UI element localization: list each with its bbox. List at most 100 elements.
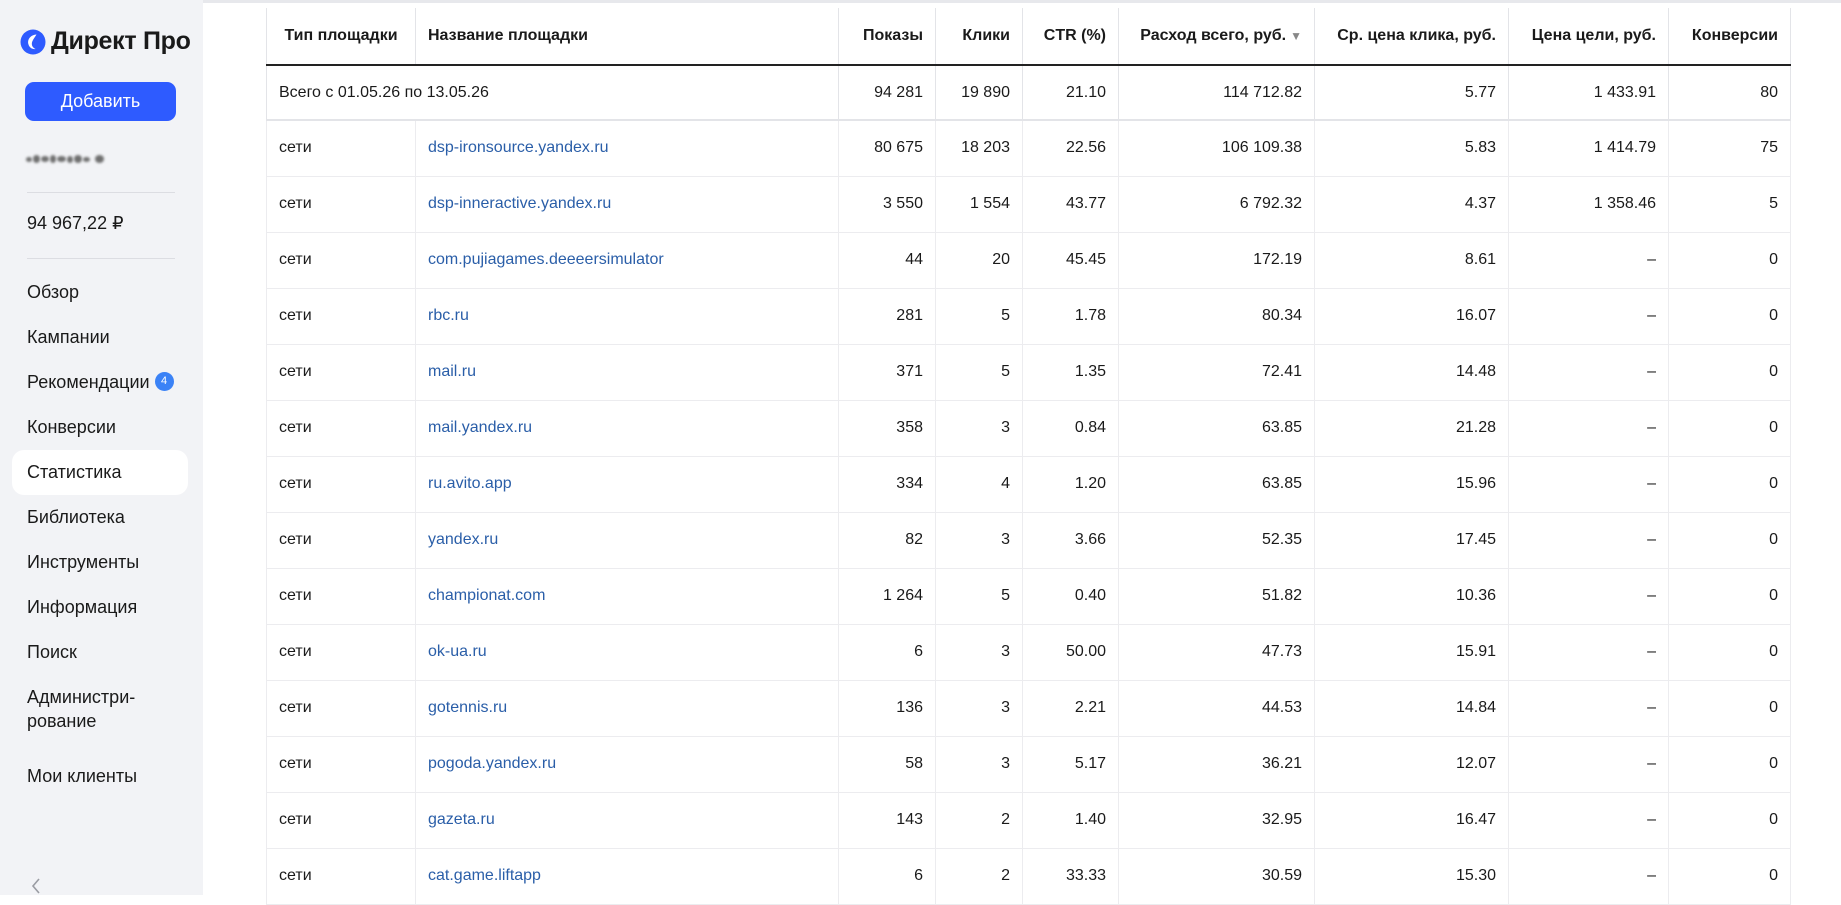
column-header-cpc[interactable]: Ср. цена клика, руб. [1314, 8, 1509, 66]
nav-item-label: Рекомендации [27, 372, 150, 392]
cell-conversions: 5 [1668, 176, 1791, 233]
statistics-table-container: Всего с 01.05.26 по 13.05.26 94 281 19 8… [266, 8, 1791, 905]
nav-item-administration[interactable]: Администри-рование [12, 675, 188, 754]
column-header-ctr[interactable]: CTR (%) [1022, 8, 1119, 66]
login-blur [33, 155, 40, 163]
cell-spend: 106 109.38 [1118, 120, 1315, 177]
column-header-conversions[interactable]: Конверсии [1668, 8, 1791, 66]
cell-cpc: 14.48 [1314, 344, 1509, 401]
table-row: сети cat.game.liftapp 6 2 33.33 30.59 15.30–0 [266, 848, 1791, 905]
column-header-clicks[interactable]: Клики [935, 8, 1023, 66]
cell-site-name-link[interactable]: ok-ua.ru [415, 624, 839, 681]
cell-clicks: 3 [935, 400, 1023, 457]
cell-site-name-link[interactable]: mail.ru [415, 344, 839, 401]
table-row: сети com.pujiagames.deeeersimulator 44 20 45… [266, 232, 1791, 289]
table-row: сети dsp-ironsource.yandex.ru 80 675 18 203… [266, 120, 1791, 177]
cell-clicks: 18 203 [935, 120, 1023, 177]
cell-site-name-link[interactable]: dsp-inneractive.yandex.ru [415, 176, 839, 233]
add-button[interactable]: Добавить [25, 82, 176, 121]
cell-type: сети [266, 232, 416, 289]
cell-site-name-link[interactable]: championat.com [415, 568, 839, 625]
cell-ctr: 3.66 [1022, 512, 1119, 569]
cell-type: сети [266, 176, 416, 233]
cell-site-name-link[interactable]: cat.game.liftapp [415, 848, 839, 905]
table-row: сети mail.ru 371 5 1.35 72.41 14.48–0 [266, 344, 1791, 401]
cell-cpc: 15.91 [1314, 624, 1509, 681]
account-login[interactable] [26, 150, 114, 168]
cell-cpc: 16.07 [1314, 288, 1509, 345]
cell-conversions: 0 [1668, 288, 1791, 345]
cell-site-name-link[interactable]: ru.avito.app [415, 456, 839, 513]
cell-spend: 47.73 [1118, 624, 1315, 681]
nav-item-recommendations[interactable]: Рекомендации 4 [12, 360, 188, 405]
cell-shows: 358 [838, 400, 936, 457]
cell-goal-price: – [1508, 624, 1669, 681]
cell-site-name-link[interactable]: gotennis.ru [415, 680, 839, 737]
cell-conversions: 0 [1668, 232, 1791, 289]
cell-site-name-link[interactable]: com.pujiagames.deeeersimulator [415, 232, 839, 289]
nav-item-tools[interactable]: Инструменты [12, 540, 188, 585]
table-row: сети rbc.ru 281 5 1.78 80.34 16.07–0 [266, 288, 1791, 345]
cell-cpc: 17.45 [1314, 512, 1509, 569]
column-header-goal-price[interactable]: Цена цели, руб. [1508, 8, 1669, 66]
cell-ctr: 0.84 [1022, 400, 1119, 457]
cell-site-name-link[interactable]: mail.yandex.ru [415, 400, 839, 457]
recommendations-count-badge: 4 [154, 371, 174, 391]
cell-site-name-link[interactable]: gazeta.ru [415, 792, 839, 849]
nav-item-label: Конверсии [27, 417, 116, 437]
cell-clicks: 5 [935, 288, 1023, 345]
cell-clicks: 3 [935, 624, 1023, 681]
totals-ctr: 21.10 [1022, 64, 1119, 121]
cell-clicks: 4 [935, 456, 1023, 513]
cell-conversions: 0 [1668, 400, 1791, 457]
nav-item-search[interactable]: Поиск [12, 630, 188, 675]
table-row: сети ok-ua.ru 6 3 50.00 47.73 15.91–0 [266, 624, 1791, 681]
cell-type: сети [266, 624, 416, 681]
cell-ctr: 1.40 [1022, 792, 1119, 849]
column-header-shows[interactable]: Показы [838, 8, 936, 66]
nav-item-statistics[interactable]: Статистика [12, 450, 188, 495]
cell-spend: 51.82 [1118, 568, 1315, 625]
nav-item-information[interactable]: Информация [12, 585, 188, 630]
cell-type: сети [266, 344, 416, 401]
cell-goal-price: – [1508, 512, 1669, 569]
sort-desc-icon[interactable]: ▼ [1290, 29, 1302, 43]
cell-site-name-link[interactable]: dsp-ironsource.yandex.ru [415, 120, 839, 177]
cell-type: сети [266, 512, 416, 569]
nav-item-library[interactable]: Библиотека [12, 495, 188, 540]
cell-goal-price: 1 358.46 [1508, 176, 1669, 233]
login-blur [83, 156, 90, 162]
cell-ctr: 33.33 [1022, 848, 1119, 905]
login-blur [95, 155, 104, 163]
nav-item-campaigns[interactable]: Кампании [12, 315, 188, 360]
cell-cpc: 15.30 [1314, 848, 1509, 905]
cell-site-name-link[interactable]: yandex.ru [415, 512, 839, 569]
cell-site-name-link[interactable]: rbc.ru [415, 288, 839, 345]
table-row: сети mail.yandex.ru 358 3 0.84 63.85 21.28–0 [266, 400, 1791, 457]
cell-spend: 6 792.32 [1118, 176, 1315, 233]
cell-conversions: 0 [1668, 344, 1791, 401]
logo[interactable]: Директ Про [20, 27, 191, 56]
cell-shows: 6 [838, 624, 936, 681]
column-header-type[interactable]: Тип площадки [266, 8, 416, 66]
nav-item-overview[interactable]: Обзор [12, 270, 188, 315]
chevron-left-icon[interactable] [28, 876, 44, 896]
cell-shows: 334 [838, 456, 936, 513]
cell-site-name-link[interactable]: pogoda.yandex.ru [415, 736, 839, 793]
sidebar: Директ Про Добавить 94 967,22 ₽ Обзор Ка… [0, 0, 203, 895]
nav-item-conversions[interactable]: Конверсии [12, 405, 188, 450]
balance[interactable]: 94 967,22 ₽ [27, 213, 124, 234]
cell-conversions: 0 [1668, 792, 1791, 849]
nav-item-label: Статистика [27, 462, 122, 482]
nav-item-my-clients[interactable]: Мои клиенты [12, 754, 188, 799]
column-header-spend[interactable]: Расход всего, руб. ▼ [1118, 8, 1315, 66]
cell-goal-price: – [1508, 680, 1669, 737]
cell-shows: 6 [838, 848, 936, 905]
login-blur [41, 156, 49, 162]
cell-shows: 3 550 [838, 176, 936, 233]
cell-cpc: 8.61 [1314, 232, 1509, 289]
cell-ctr: 45.45 [1022, 232, 1119, 289]
column-header-name[interactable]: Название площадки [415, 8, 839, 66]
cell-clicks: 5 [935, 568, 1023, 625]
cell-shows: 80 675 [838, 120, 936, 177]
